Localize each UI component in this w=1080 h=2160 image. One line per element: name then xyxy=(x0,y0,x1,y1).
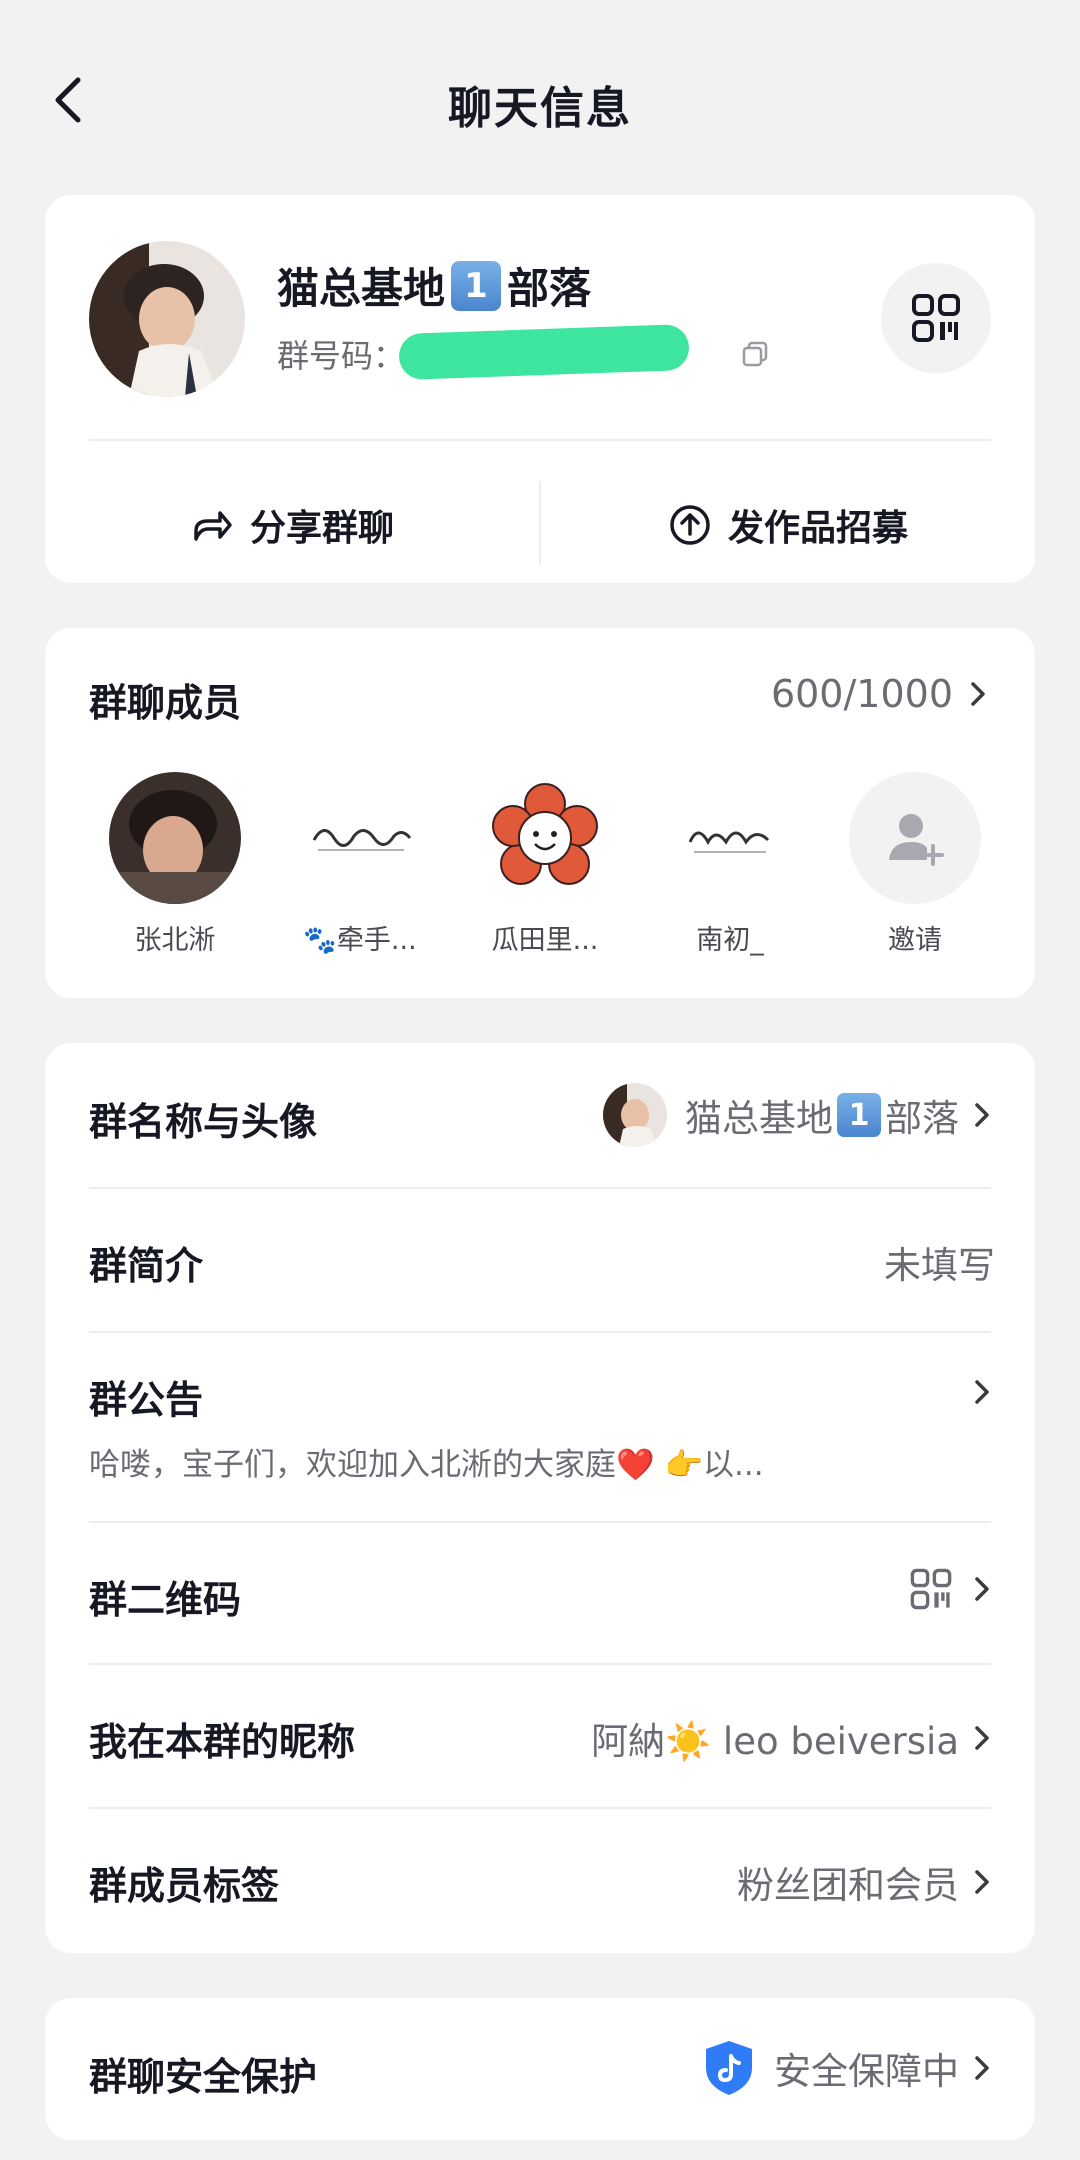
chevron-right-icon xyxy=(975,1726,989,1750)
group-notice-label: 群公告 xyxy=(89,1378,204,1422)
top-bar: 聊天信息 xyxy=(0,0,1080,200)
group-intro-value: 未填写 xyxy=(884,1244,995,1287)
my-nickname-row[interactable]: 我在本群的昵称 阿納☀️ leo beiversia xyxy=(45,1665,1035,1807)
member-avatar xyxy=(294,772,426,904)
group-name-avatar-label: 群名称与头像 xyxy=(89,1100,318,1144)
member-item[interactable]: 瓜田里... xyxy=(465,772,625,957)
post-recruit-label: 发作品招募 xyxy=(727,508,908,549)
group-name-prefix: 猫总基地 xyxy=(277,264,446,313)
group-name-avatar-row[interactable]: 群名称与头像 猫总基地 1 部落 xyxy=(45,1043,1035,1187)
group-name-suffix: 部落 xyxy=(507,264,592,313)
chevron-right-icon xyxy=(975,1577,989,1601)
member-avatar xyxy=(109,772,241,904)
group-security-row[interactable]: 群聊安全保护 安全保障中 xyxy=(45,1998,1035,2140)
member-item[interactable]: 🐾牵手... xyxy=(280,772,440,957)
chevron-right-icon xyxy=(975,1380,989,1404)
qr-code-icon xyxy=(910,1568,952,1610)
invite-member-button[interactable]: 邀请 xyxy=(835,772,995,957)
member-avatar xyxy=(664,772,796,904)
group-id-row: 群号码： 57 xyxy=(277,323,770,381)
members-count-link[interactable]: 600/1000 xyxy=(771,672,991,716)
group-header-card: 猫总基地 1 部落 群号码： 57 分享群聊 xyxy=(45,195,1035,583)
settings-card: 群名称与头像 猫总基地 1 部落 群简介 未填写 群公告 哈喽，宝子们，欢迎加入… xyxy=(45,1043,1035,1953)
chevron-right-icon xyxy=(975,1870,989,1894)
group-name-suffix: 部落 xyxy=(885,1097,959,1140)
my-nickname-label: 我在本群的昵称 xyxy=(89,1720,356,1764)
redaction-mask xyxy=(398,323,690,381)
group-notice-row[interactable]: 群公告 哈喽，宝子们，欢迎加入北淅的大家庭❤️ 👉以... xyxy=(45,1333,1035,1521)
divider xyxy=(89,439,991,441)
group-avatar-thumbnail xyxy=(603,1083,667,1147)
group-security-value-wrap: 安全保障中 xyxy=(702,2038,995,2098)
group-avatar[interactable] xyxy=(89,241,245,397)
member-name: 🐾牵手... xyxy=(303,925,417,956)
share-group-button[interactable]: 分享群聊 xyxy=(45,475,539,575)
group-name-avatar-value: 猫总基地 1 部落 xyxy=(603,1083,995,1147)
page-title: 聊天信息 xyxy=(448,83,632,134)
share-icon xyxy=(194,511,232,541)
group-name: 猫总基地 1 部落 xyxy=(277,255,591,316)
group-id-value: 57 xyxy=(398,323,690,381)
my-nickname-value-wrap: 阿納☀️ leo beiversia xyxy=(591,1711,995,1765)
group-intro-row[interactable]: 群简介 未填写 xyxy=(45,1189,1035,1331)
member-tags-value-wrap: 粉丝团和会员 xyxy=(737,1855,995,1909)
member-tags-label: 群成员标签 xyxy=(89,1864,280,1908)
chevron-right-icon xyxy=(975,1103,989,1127)
member-item[interactable]: 南初_ xyxy=(650,772,810,957)
share-group-label: 分享群聊 xyxy=(249,508,394,549)
group-notice-chevron-wrap xyxy=(969,1377,995,1407)
group-intro-label: 群简介 xyxy=(89,1244,204,1288)
members-title: 群聊成员 xyxy=(89,681,242,725)
upload-circle-icon xyxy=(670,505,710,545)
keycap-one-emoji: 1 xyxy=(451,260,502,311)
post-recruit-button[interactable]: 发作品招募 xyxy=(541,475,1035,575)
group-name-prefix: 猫总基地 xyxy=(685,1097,833,1140)
group-qrcode-row[interactable]: 群二维码 xyxy=(45,1523,1035,1663)
members-card: 群聊成员 600/1000 张北淅 🐾牵手... 瓜田里... 南初_ 邀请 xyxy=(45,628,1035,998)
group-qrcode-label: 群二维码 xyxy=(89,1578,242,1622)
member-tags-row[interactable]: 群成员标签 粉丝团和会员 xyxy=(45,1809,1035,1953)
member-item[interactable]: 张北淅 xyxy=(95,772,255,957)
group-security-label: 群聊安全保护 xyxy=(89,2055,318,2099)
qr-code-icon xyxy=(912,294,960,342)
my-nickname-value: 阿納☀️ leo beiversia xyxy=(591,1720,959,1763)
member-name: 瓜田里... xyxy=(491,925,599,956)
member-tags-value: 粉丝团和会员 xyxy=(737,1864,959,1907)
copy-icon[interactable] xyxy=(740,339,770,369)
chevron-right-icon xyxy=(975,2056,989,2080)
group-id-label: 群号码： xyxy=(277,337,406,375)
keycap-one-emoji: 1 xyxy=(837,1093,881,1137)
member-avatar xyxy=(479,772,611,904)
group-qrcode-value xyxy=(909,1567,995,1611)
member-name: 张北淅 xyxy=(134,925,216,956)
qr-code-button[interactable] xyxy=(881,263,991,373)
member-name: 南初_ xyxy=(696,925,764,956)
security-card[interactable]: 群聊安全保护 安全保障中 xyxy=(45,1998,1035,2140)
group-notice-preview: 哈喽，宝子们，欢迎加入北淅的大家庭❤️ 👉以... xyxy=(89,1447,764,1483)
group-intro-value-wrap: 未填写 xyxy=(884,1235,995,1289)
members-count: 600/1000 xyxy=(770,672,953,716)
chevron-right-icon xyxy=(971,682,985,706)
invite-label: 邀请 xyxy=(888,925,942,956)
add-user-icon xyxy=(889,814,944,866)
group-security-value: 安全保障中 xyxy=(774,2050,959,2093)
invite-avatar xyxy=(849,772,981,904)
shield-icon xyxy=(706,2041,752,2095)
